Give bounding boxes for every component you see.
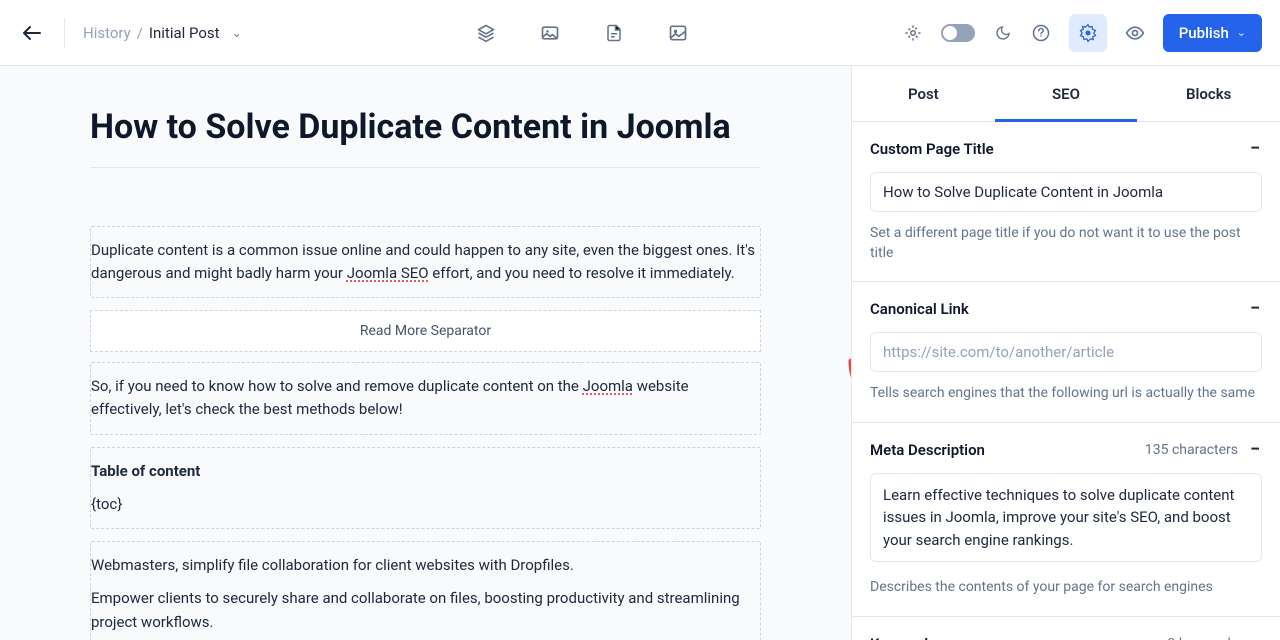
tab-seo[interactable]: SEO — [995, 66, 1138, 121]
dark-mode-toggle[interactable] — [941, 24, 975, 42]
section-keywords: Keywords 2 keywords − — [852, 617, 1280, 640]
content-block[interactable]: Duplicate content is a common issue onli… — [90, 226, 761, 299]
preview-icon[interactable] — [1125, 23, 1145, 43]
breadcrumb-root: History — [83, 24, 131, 42]
section-title: Keywords — [870, 635, 936, 640]
content-block[interactable]: Webmasters, simplify file collaboration … — [90, 541, 761, 640]
content-block[interactable]: Table of content {toc} — [90, 447, 761, 530]
section-title: Canonical Link — [870, 300, 969, 318]
publish-button[interactable]: Publish ⌄ — [1163, 14, 1262, 52]
document-icon[interactable] — [604, 23, 624, 43]
chevron-down-icon: ⌄ — [1237, 26, 1246, 39]
collapse-icon[interactable]: − — [1248, 443, 1262, 457]
tab-post[interactable]: Post — [852, 66, 995, 121]
breadcrumb[interactable]: History / Initial Post ⌄ — [83, 24, 242, 42]
section-title: Custom Page Title — [870, 140, 994, 158]
field-hint: Describes the contents of your page for … — [870, 578, 1262, 598]
section-title: Meta Description — [870, 441, 985, 459]
back-button[interactable] — [18, 19, 46, 47]
gear-outline-icon[interactable] — [903, 23, 923, 43]
layers-icon[interactable] — [476, 23, 496, 43]
toolbar-right: Publish ⌄ — [903, 14, 1262, 52]
read-more-separator[interactable]: Read More Separator — [90, 310, 761, 352]
field-hint: Set a different page title if you do not… — [870, 224, 1262, 263]
top-bar: History / Initial Post ⌄ — [0, 0, 1280, 66]
settings-button[interactable] — [1069, 14, 1107, 52]
custom-title-input[interactable] — [870, 172, 1262, 212]
help-icon[interactable] — [1031, 23, 1051, 43]
collapse-icon[interactable]: − — [1248, 302, 1262, 316]
meta-description-input[interactable]: Learn effective techniques to solve dupl… — [870, 473, 1262, 563]
post-title[interactable]: How to Solve Duplicate Content in Joomla — [90, 106, 761, 168]
keyword-count: 2 keywords — [1168, 636, 1239, 640]
field-hint: Tells search engines that the following … — [870, 384, 1262, 404]
breadcrumb-current: Initial Post — [149, 24, 220, 42]
image-icon[interactable] — [668, 23, 688, 43]
divider — [64, 18, 65, 48]
section-custom-title: Custom Page Title − Set a different page… — [852, 122, 1280, 282]
tab-blocks[interactable]: Blocks — [1137, 66, 1280, 121]
editor-pane: How to Solve Duplicate Content in Joomla… — [0, 66, 851, 640]
keyword-link[interactable]: Joomla — [583, 377, 633, 395]
section-meta-description: Meta Description 135 characters − Learn … — [852, 423, 1280, 617]
toolbar-center — [476, 23, 688, 43]
char-count: 135 characters — [1145, 442, 1238, 458]
toc-heading: Table of content — [91, 460, 760, 483]
content-block[interactable]: So, if you need to know how to solve and… — [90, 362, 761, 435]
section-canonical: Canonical Link − Tells search engines th… — [852, 282, 1280, 423]
canonical-input[interactable] — [870, 332, 1262, 372]
settings-sidebar: Post SEO Blocks Custom Page Title − Set … — [851, 66, 1280, 640]
collapse-icon[interactable]: − — [1248, 142, 1262, 156]
toc-token: {toc} — [91, 493, 760, 516]
workspace: How to Solve Duplicate Content in Joomla… — [0, 66, 1280, 640]
sidebar-tabs: Post SEO Blocks — [852, 66, 1280, 122]
keyword-link[interactable]: Joomla SEO — [347, 264, 429, 282]
annotation-arrow-icon — [841, 356, 851, 416]
chevron-down-icon[interactable]: ⌄ — [232, 26, 242, 40]
moon-icon[interactable] — [993, 23, 1013, 43]
media-icon[interactable] — [540, 23, 560, 43]
